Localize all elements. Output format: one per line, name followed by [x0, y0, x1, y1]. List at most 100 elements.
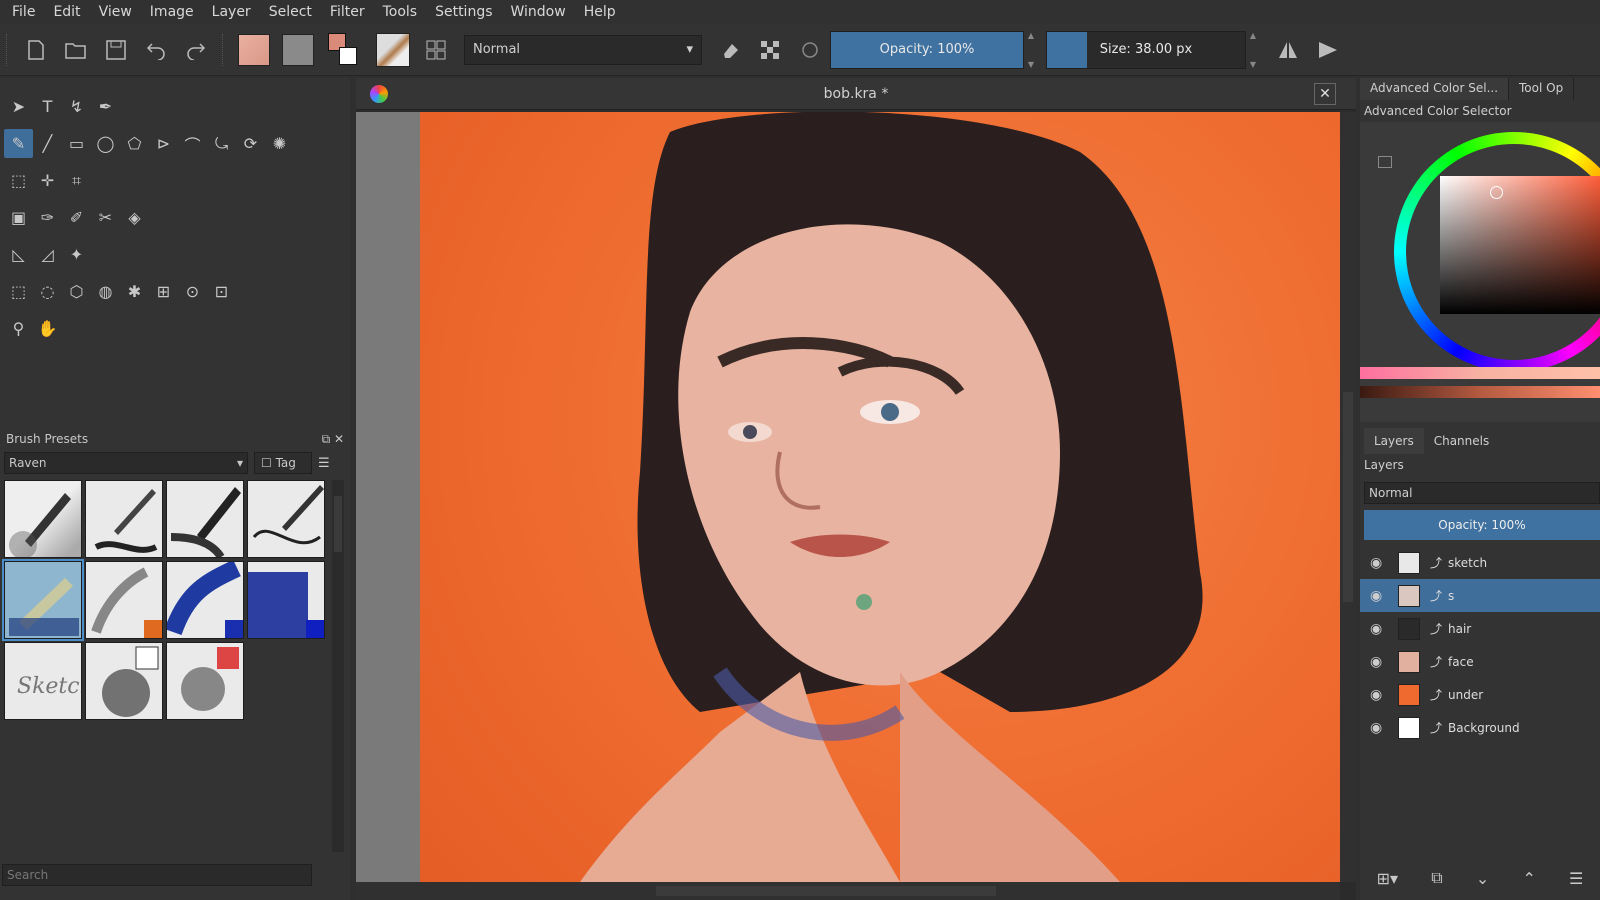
size-spinner[interactable]: ▲ ▼: [1246, 31, 1260, 69]
tab-advanced-color[interactable]: Advanced Color Sel...: [1360, 78, 1510, 100]
close-icon[interactable]: ✕: [1314, 83, 1336, 105]
canvas-vertical-scrollbar[interactable]: [1340, 112, 1356, 882]
eye-icon[interactable]: ◉: [1370, 621, 1390, 637]
panel-float-close-icon[interactable]: ⧉ ✕: [322, 432, 344, 446]
measure-tool-icon[interactable]: ◿: [33, 240, 62, 269]
polygon-tool-icon[interactable]: ⬠: [120, 129, 149, 158]
undo-icon[interactable]: [136, 30, 176, 70]
grid-icon[interactable]: [416, 30, 456, 70]
color-picker-icon[interactable]: ✑: [33, 203, 62, 232]
save-icon[interactable]: [96, 30, 136, 70]
menu-image[interactable]: Image: [144, 4, 200, 20]
layer-row[interactable]: ◉ ⤴ Background: [1360, 711, 1600, 744]
magnetic-select-icon[interactable]: ⊡: [207, 277, 236, 306]
freehand-brush-icon[interactable]: ✎: [4, 129, 33, 158]
brush-preset-item[interactable]: Sketch: [4, 642, 82, 720]
colorize-mask-icon[interactable]: ✐: [62, 203, 91, 232]
blend-mode-select[interactable]: Normal ▾: [464, 34, 702, 65]
brush-preset-item[interactable]: [166, 561, 244, 639]
layer-opacity-slider[interactable]: Opacity: 100%: [1364, 510, 1600, 540]
fg-bg-color-icon[interactable]: [328, 32, 362, 67]
advanced-color-selector[interactable]: [1360, 122, 1600, 422]
brush-preset-item[interactable]: [85, 642, 163, 720]
gradient-tool-icon[interactable]: ▣: [4, 203, 33, 232]
layer-row[interactable]: ◉ ⤴ face: [1360, 645, 1600, 678]
move-down-icon[interactable]: ⌄: [1476, 869, 1489, 888]
presets-scrollbar[interactable]: [332, 480, 344, 852]
menu-filter[interactable]: Filter: [324, 4, 371, 20]
layer-row[interactable]: ◉ ⤴ sketch: [1360, 546, 1600, 579]
tab-tool-options[interactable]: Tool Op: [1509, 78, 1575, 100]
transform-tool-icon[interactable]: ⬚: [4, 166, 33, 195]
color-history-bar[interactable]: [1360, 367, 1600, 379]
similar-select-icon[interactable]: ⊞: [149, 277, 178, 306]
redo-icon[interactable]: [176, 30, 216, 70]
bezier-select-icon[interactable]: ⊙: [178, 277, 207, 306]
new-icon[interactable]: [16, 30, 56, 70]
rect-select-icon[interactable]: ⬚: [4, 277, 33, 306]
eye-icon[interactable]: ◉: [1370, 555, 1390, 571]
eye-icon[interactable]: ◉: [1370, 654, 1390, 670]
bezier-tool-icon[interactable]: ⌒: [178, 129, 207, 158]
preserve-alpha-icon[interactable]: [750, 30, 790, 70]
brush-preset-item[interactable]: [85, 561, 163, 639]
tab-channels[interactable]: Channels: [1424, 428, 1500, 454]
mirror-vertical-icon[interactable]: [1308, 30, 1348, 70]
ellipse-select-icon[interactable]: ◌: [33, 277, 62, 306]
assistant-tool-icon[interactable]: ◺: [4, 240, 33, 269]
preset-search-input[interactable]: Search: [2, 864, 312, 886]
duplicate-layer-icon[interactable]: ⧉: [1431, 868, 1442, 888]
reload-preset-icon[interactable]: [790, 30, 830, 70]
menu-file[interactable]: File: [6, 4, 41, 20]
dynamic-brush-icon[interactable]: ⟳: [236, 129, 265, 158]
edit-shapes-icon[interactable]: ↯: [62, 92, 91, 121]
menu-help[interactable]: Help: [578, 4, 622, 20]
layer-row[interactable]: ◉ ⤴ s: [1360, 579, 1600, 612]
add-layer-icon[interactable]: ⊞▾: [1377, 869, 1398, 888]
menu-edit[interactable]: Edit: [47, 4, 86, 20]
freehand-select-icon[interactable]: ◍: [91, 277, 120, 306]
eye-icon[interactable]: ◉: [1370, 588, 1390, 604]
layer-row[interactable]: ◉ ⤴ hair: [1360, 612, 1600, 645]
brush-preset-item[interactable]: [4, 480, 82, 558]
ellipse-tool-icon[interactable]: ◯: [91, 129, 120, 158]
brush-preset-item[interactable]: [166, 642, 244, 720]
pan-tool-icon[interactable]: ✋: [33, 314, 62, 343]
preset-menu-icon[interactable]: ☰: [318, 456, 330, 471]
move-up-icon[interactable]: ⌃: [1522, 869, 1535, 888]
polygon-select-icon[interactable]: ⬡: [62, 277, 91, 306]
pattern-swatch[interactable]: [282, 33, 314, 66]
smart-patch-icon[interactable]: ✂: [91, 203, 120, 232]
rectangle-tool-icon[interactable]: ▭: [62, 129, 91, 158]
multibrush-icon[interactable]: ✺: [265, 129, 294, 158]
brush-preset-item[interactable]: [247, 480, 325, 558]
menu-settings[interactable]: Settings: [429, 4, 498, 20]
contiguous-select-icon[interactable]: ✱: [120, 277, 149, 306]
canvas-horizontal-scrollbar[interactable]: [356, 882, 1340, 900]
move-tool-icon[interactable]: ✛: [33, 166, 62, 195]
tag-button[interactable]: ☐ Tag: [254, 452, 312, 474]
reference-tool-icon[interactable]: ✦: [62, 240, 91, 269]
tab-layers[interactable]: Layers: [1364, 428, 1424, 454]
layer-blend-select[interactable]: Normal: [1364, 482, 1600, 504]
fill-tool-icon[interactable]: ◈: [120, 203, 149, 232]
crop-tool-icon[interactable]: ⌗: [62, 166, 91, 195]
canvas-viewport[interactable]: [356, 112, 1340, 882]
brush-preset-item[interactable]: [85, 480, 163, 558]
menu-window[interactable]: Window: [505, 4, 572, 20]
calligraphy-icon[interactable]: ✒: [91, 92, 120, 121]
layer-properties-icon[interactable]: ☰: [1569, 869, 1583, 888]
menu-view[interactable]: View: [93, 4, 138, 20]
text-tool-icon[interactable]: T: [33, 92, 62, 121]
menu-tools[interactable]: Tools: [377, 4, 424, 20]
eye-icon[interactable]: ◉: [1370, 687, 1390, 703]
tag-filter-select[interactable]: Raven ▾: [4, 452, 248, 474]
document-tab[interactable]: bob.kra * ✕: [356, 78, 1356, 110]
zoom-tool-icon[interactable]: ⚲: [4, 314, 33, 343]
opacity-spinner[interactable]: ▲ ▼: [1024, 31, 1038, 69]
menu-layer[interactable]: Layer: [206, 4, 257, 20]
brush-preset-item[interactable]: [166, 480, 244, 558]
selector-settings-icon[interactable]: [1378, 156, 1392, 168]
gradient-swatch[interactable]: [238, 33, 270, 66]
saturation-value-square[interactable]: [1440, 176, 1600, 314]
